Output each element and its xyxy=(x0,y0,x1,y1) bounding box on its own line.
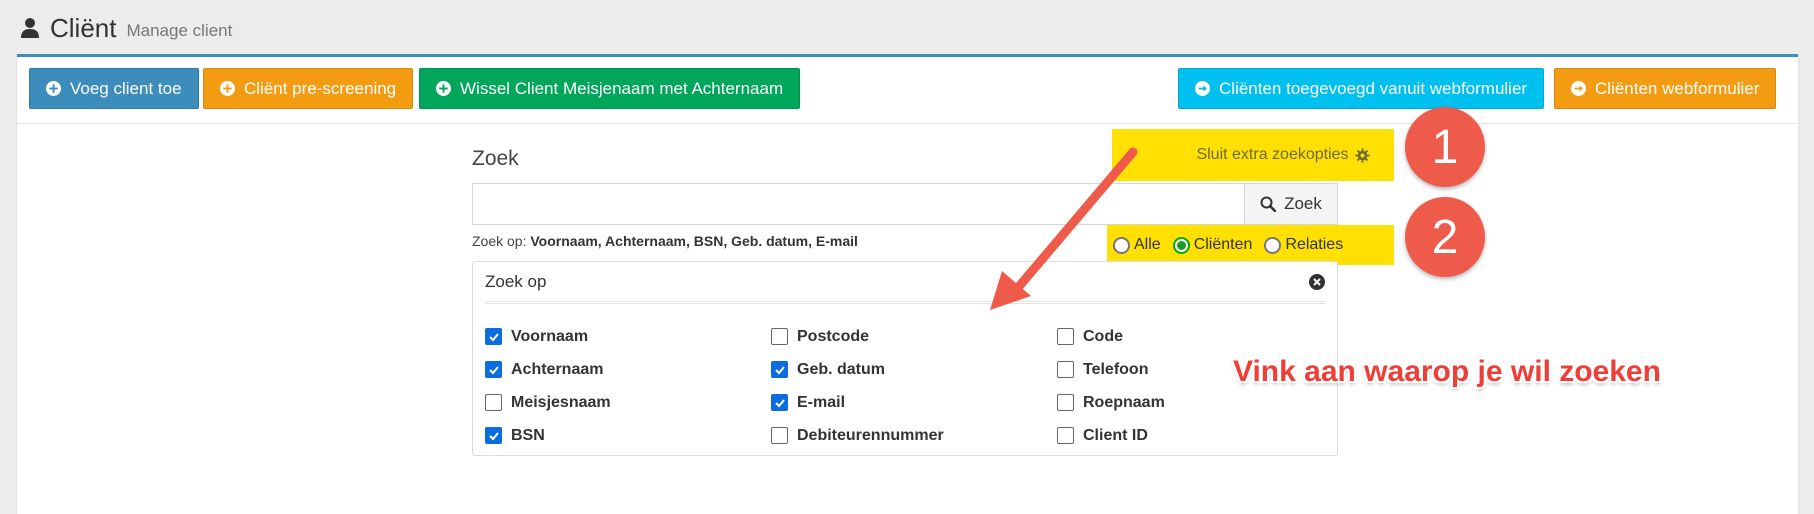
checkbox-client-id-box[interactable] xyxy=(1057,427,1074,444)
radio-alle-label: Alle xyxy=(1134,236,1161,253)
pre-screening-button[interactable]: Cliënt pre-screening xyxy=(203,68,414,109)
zoek-op-column-2: Postcode Geb. datum E-mail Debiteurennum… xyxy=(771,320,944,452)
checkbox-postcode-label: Postcode xyxy=(797,327,870,345)
webform-button[interactable]: Cliënten webformulier xyxy=(1554,68,1777,109)
search-hint-fields: Voornaam, Achternaam, BSN, Geb. datum, E… xyxy=(530,233,858,249)
toolbar: Voeg client toe Cliënt pre-screening Wis… xyxy=(17,57,1798,124)
checkbox-achternaam-box[interactable] xyxy=(485,361,502,378)
checkbox-email[interactable]: E-mail xyxy=(771,386,944,419)
checkbox-meisjesnaam-box[interactable] xyxy=(485,394,502,411)
zoek-op-column-3: Code Telefoon Roepnaam Client ID xyxy=(1057,320,1165,452)
checkbox-voornaam-label: Voornaam xyxy=(511,327,589,345)
radio-relaties[interactable]: Relaties xyxy=(1264,236,1343,254)
checkbox-bsn-box[interactable] xyxy=(485,427,502,444)
checkbox-roepnaam-box[interactable] xyxy=(1057,394,1074,411)
arrow-circle-right-icon xyxy=(1195,81,1210,96)
checkbox-telefoon-box[interactable] xyxy=(1057,361,1074,378)
checkbox-achternaam[interactable]: Achternaam xyxy=(485,353,611,386)
radio-alle[interactable]: Alle xyxy=(1113,236,1161,254)
checkbox-geb-datum[interactable]: Geb. datum xyxy=(771,353,944,386)
checkbox-postcode[interactable]: Postcode xyxy=(771,320,944,353)
checkbox-meisjesnaam-label: Meisjesnaam xyxy=(511,393,611,411)
search-button[interactable]: Zoek xyxy=(1244,183,1338,225)
zoek-op-column-1: Voornaam Achternaam Meisjesnaam BSN xyxy=(485,320,611,452)
add-client-button[interactable]: Voeg client toe xyxy=(29,68,199,109)
page-subtitle: Manage client xyxy=(126,21,233,40)
checkbox-debiteurennummer-box[interactable] xyxy=(771,427,788,444)
checkbox-bsn-label: BSN xyxy=(511,426,545,444)
checkbox-email-label: E-mail xyxy=(797,393,846,411)
page-title: Cliënt xyxy=(50,12,117,43)
plus-circle-icon xyxy=(46,81,61,96)
added-from-webform-button[interactable]: Cliënten toegevoegd vanuit webformulier xyxy=(1178,68,1545,109)
close-icon[interactable] xyxy=(1309,273,1325,290)
checkbox-postcode-box[interactable] xyxy=(771,328,788,345)
search-input[interactable] xyxy=(472,183,1245,225)
checkbox-telefoon-label: Telefoon xyxy=(1083,360,1149,378)
checkbox-code[interactable]: Code xyxy=(1057,320,1165,353)
checkbox-roepnaam-label: Roepnaam xyxy=(1083,393,1165,411)
webform-label: Cliënten webformulier xyxy=(1595,78,1760,98)
checkbox-debiteurennummer-label: Debiteurennummer xyxy=(797,426,944,444)
radio-clienten[interactable]: Cliënten xyxy=(1172,236,1253,254)
radio-clienten-label: Cliënten xyxy=(1193,236,1253,253)
checkbox-voornaam-box[interactable] xyxy=(485,328,502,345)
added-from-webform-label: Cliënten toegevoegd vanuit webformulier xyxy=(1219,78,1528,98)
checkbox-roepnaam[interactable]: Roepnaam xyxy=(1057,386,1165,419)
user-icon xyxy=(20,17,40,39)
search-heading: Zoek xyxy=(472,147,519,170)
checkbox-bsn[interactable]: BSN xyxy=(485,419,611,452)
checkbox-geb-datum-box[interactable] xyxy=(771,361,788,378)
zoek-op-title: Zoek op xyxy=(485,271,547,291)
arrow-circle-right-icon xyxy=(1571,81,1586,96)
client-box: Voeg client toe Cliënt pre-screening Wis… xyxy=(17,54,1798,514)
annotation-badge-2: 2 xyxy=(1405,197,1485,277)
pre-screening-label: Cliënt pre-screening xyxy=(244,78,397,98)
checkbox-meisjesnaam[interactable]: Meisjesnaam xyxy=(485,386,611,419)
annotation-badge-1: 1 xyxy=(1405,107,1485,187)
gear-icon xyxy=(1355,147,1370,163)
toggle-extra-options[interactable]: Sluit extra zoekopties xyxy=(1112,129,1394,181)
checkbox-code-label: Code xyxy=(1083,327,1123,345)
checkbox-voornaam[interactable]: Voornaam xyxy=(485,320,611,353)
plus-circle-icon xyxy=(436,81,451,96)
checkbox-client-id-label: Client ID xyxy=(1083,426,1148,444)
radio-relaties-label: Relaties xyxy=(1285,236,1344,253)
checkbox-achternaam-label: Achternaam xyxy=(511,360,604,378)
checkbox-geb-datum-label: Geb. datum xyxy=(797,360,886,378)
search-icon xyxy=(1260,196,1277,212)
zoek-op-panel: Zoek op Voornaam Achternaam Meisjesnaam … xyxy=(472,261,1338,456)
search-hint-prefix: Zoek op: xyxy=(472,233,527,249)
checkbox-debiteurennummer[interactable]: Debiteurennummer xyxy=(771,419,944,452)
toggle-extra-options-label: Sluit extra zoekopties xyxy=(1196,146,1349,163)
swap-name-button[interactable]: Wissel Client Meisjenaam met Achternaam xyxy=(419,68,801,109)
swap-name-label: Wissel Client Meisjenaam met Achternaam xyxy=(460,78,784,98)
checkbox-telefoon[interactable]: Telefoon xyxy=(1057,353,1165,386)
search-scope-radios: Alle Cliënten Relaties xyxy=(1107,225,1394,265)
checkbox-code-box[interactable] xyxy=(1057,328,1074,345)
search-hint: Zoek op: Voornaam, Achternaam, BSN, Geb.… xyxy=(472,233,858,249)
radio-relaties-circle[interactable] xyxy=(1264,236,1282,254)
plus-circle-icon xyxy=(220,81,235,96)
add-client-label: Voeg client toe xyxy=(70,78,182,98)
checkbox-email-box[interactable] xyxy=(771,394,788,411)
zoek-op-header: Zoek op xyxy=(485,262,1325,304)
page-header: Cliënt Manage client xyxy=(20,8,232,48)
annotation-note: Vink aan waarop je wil zoeken xyxy=(1233,355,1661,388)
checkbox-client-id[interactable]: Client ID xyxy=(1057,419,1165,452)
radio-alle-circle[interactable] xyxy=(1113,236,1130,254)
radio-clienten-circle[interactable] xyxy=(1172,236,1190,254)
search-button-label: Zoek xyxy=(1284,194,1322,213)
